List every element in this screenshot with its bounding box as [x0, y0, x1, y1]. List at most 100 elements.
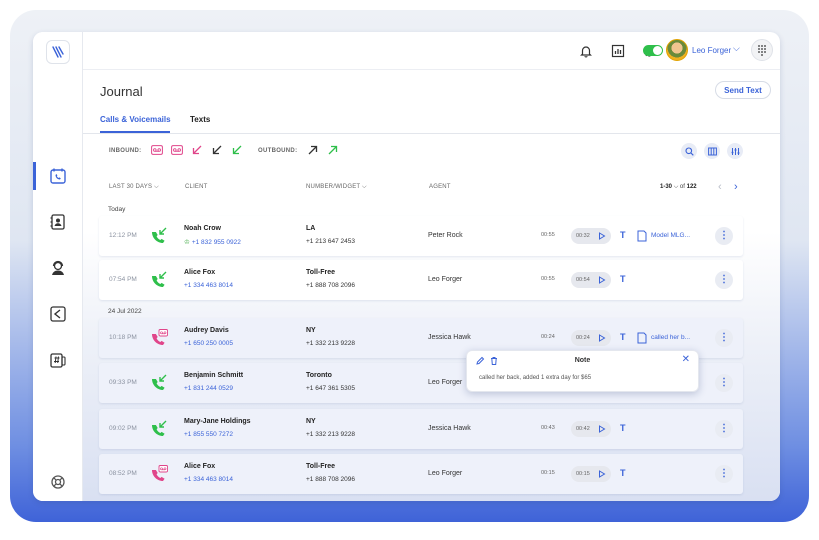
audio-player[interactable]: 00:32 [571, 228, 611, 244]
voicemail-call-icon [152, 329, 168, 345]
client-phone[interactable]: ♔ +1 832 955 0922 [184, 238, 241, 246]
user-name[interactable]: Leo Forger [692, 46, 731, 55]
chevron-down-icon[interactable]: ⌵ [674, 184, 679, 190]
sidebar-item-support[interactable] [46, 470, 70, 494]
send-text-button[interactable]: Send Text [715, 81, 771, 99]
client-phone[interactable]: +1 855 550 7272 [184, 431, 233, 438]
play-icon[interactable] [596, 230, 608, 242]
chevron-down-icon[interactable]: ⌵ [154, 184, 159, 190]
more-options-icon[interactable]: ⋮ [715, 271, 733, 289]
more-options-icon[interactable]: ⋮ [715, 329, 733, 347]
headset-agent-icon [52, 260, 64, 275]
call-time: 10:18 PM [109, 334, 137, 341]
agent-name: Leo Forger [428, 276, 463, 283]
tab-calls-voicemails[interactable]: Calls & Voicemails [100, 115, 171, 124]
client-phone[interactable]: +1 334 463 8014 [184, 476, 233, 483]
sidebar-item-contacts[interactable] [46, 210, 70, 234]
sidebar-item-journal[interactable] [46, 164, 70, 188]
call-duration: 00:55 [541, 232, 555, 238]
call-duration: 00:15 [541, 470, 555, 476]
sidebar-item-numbers[interactable] [46, 348, 70, 372]
column-header-client: CLIENT [185, 184, 208, 190]
client-phone[interactable]: +1 334 463 8014 [184, 282, 233, 289]
widget-location: Toll-Free [306, 269, 336, 276]
client-name[interactable]: Alice Fox [184, 269, 215, 276]
transcript-icon[interactable]: T [620, 423, 626, 433]
client-phone[interactable]: +1 831 244 0529 [184, 385, 233, 392]
play-icon[interactable] [596, 332, 608, 344]
table-row[interactable]: 09:02 PM Mary-Jane Holdings +1 855 550 727… [99, 409, 743, 449]
play-icon[interactable] [596, 423, 608, 435]
note-icon[interactable] [637, 332, 647, 344]
play-icon[interactable] [596, 468, 608, 480]
inbound-call-icon [152, 271, 167, 287]
avatar[interactable] [666, 39, 688, 61]
sort-filter-icon[interactable] [727, 143, 743, 159]
transcript-icon[interactable]: T [620, 230, 626, 240]
more-options-icon[interactable]: ⋮ [715, 465, 733, 483]
client-name[interactable]: Noah Crow [184, 225, 221, 232]
call-type [149, 328, 169, 348]
pagination-info: 1-30 ⌵ of 122 [660, 184, 697, 190]
agent-name: Peter Rock [428, 232, 463, 239]
call-duration: 00:55 [541, 276, 555, 282]
call-duration: 00:43 [541, 425, 555, 431]
widget-location: Toll-Free [306, 463, 336, 470]
call-type [149, 226, 169, 246]
close-icon[interactable]: ✕ [682, 355, 690, 365]
widget-number: +1 213 647 2453 [306, 238, 355, 245]
chevron-down-icon[interactable]: ⌵ [733, 43, 740, 54]
column-header-number[interactable]: NUMBER/WIDGET ⌵ [306, 184, 367, 191]
transcript-icon[interactable]: T [620, 274, 626, 284]
filter-voicemail-icon[interactable] [151, 144, 163, 156]
client-phone[interactable]: +1 650 250 0005 [184, 340, 233, 347]
more-options-icon[interactable]: ⋮ [715, 420, 733, 438]
note-preview[interactable]: called her b... [651, 334, 690, 341]
client-name[interactable]: Alice Fox [184, 463, 215, 470]
client-name[interactable]: Audrey Davis [184, 327, 229, 334]
transcript-icon[interactable]: T [620, 468, 626, 478]
note-preview[interactable]: Model MLG... [651, 232, 690, 239]
widget-location: Toronto [306, 372, 332, 379]
transcript-icon[interactable]: T [620, 332, 626, 342]
chevron-down-icon[interactable]: ⌵ [362, 184, 367, 190]
columns-icon[interactable] [704, 143, 720, 159]
table-row[interactable]: 07:54 PM Alice Fox +1 334 463 8014 Toll-Fre… [99, 260, 743, 300]
group-label-date: 24 Jul 2022 [108, 308, 142, 315]
widget-location: NY [306, 418, 316, 425]
play-icon[interactable] [596, 274, 608, 286]
filter-outbound-all-icon[interactable] [307, 144, 319, 156]
sidebar-item-widgets[interactable] [46, 302, 70, 326]
client-name[interactable]: Benjamin Schmitt [184, 372, 243, 379]
filter-voicemail-alt-icon[interactable] [171, 144, 183, 156]
search-icon[interactable] [681, 143, 697, 159]
table-row[interactable]: 08:52 PM Alice Fox +1 334 463 8014 Toll-Fre… [99, 454, 743, 494]
previous-page-icon[interactable]: ‹ [718, 181, 722, 193]
note-icon[interactable] [637, 230, 647, 242]
filter-inbound-all-icon[interactable] [211, 144, 223, 156]
audio-player[interactable]: 00:15 [571, 466, 611, 482]
next-page-icon[interactable]: › [734, 181, 738, 193]
agent-name: Leo Forger [428, 379, 463, 386]
filter-outbound-answered-icon[interactable] [327, 144, 339, 156]
dialpad-icon[interactable] [751, 39, 773, 61]
inbound-call-icon [152, 374, 167, 390]
availability-toggle[interactable] [643, 45, 663, 56]
call-time: 08:52 PM [109, 470, 137, 477]
column-header-period[interactable]: LAST 30 DAYS ⌵ [109, 184, 159, 191]
reports-icon[interactable] [609, 42, 627, 60]
audio-player[interactable]: 00:42 [571, 421, 611, 437]
tab-texts[interactable]: Texts [190, 115, 210, 124]
audio-player[interactable]: 00:54 [571, 272, 611, 288]
more-options-icon[interactable]: ⋮ [715, 374, 733, 392]
table-row[interactable]: 12:12 PM Noah Crow ♔ +1 832 955 0922 LA +1 21… [99, 216, 743, 256]
client-name[interactable]: Mary-Jane Holdings [184, 418, 251, 425]
app-logo-icon[interactable] [46, 40, 70, 64]
more-options-icon[interactable]: ⋮ [715, 227, 733, 245]
filter-missed-icon[interactable] [191, 144, 203, 156]
note-body: called her back, added 1 extra day for $… [479, 375, 592, 381]
sidebar-item-agents[interactable] [46, 256, 70, 280]
audio-player[interactable]: 00:24 [571, 330, 611, 346]
filter-inbound-answered-icon[interactable] [231, 144, 243, 156]
bell-icon[interactable] [577, 42, 595, 60]
